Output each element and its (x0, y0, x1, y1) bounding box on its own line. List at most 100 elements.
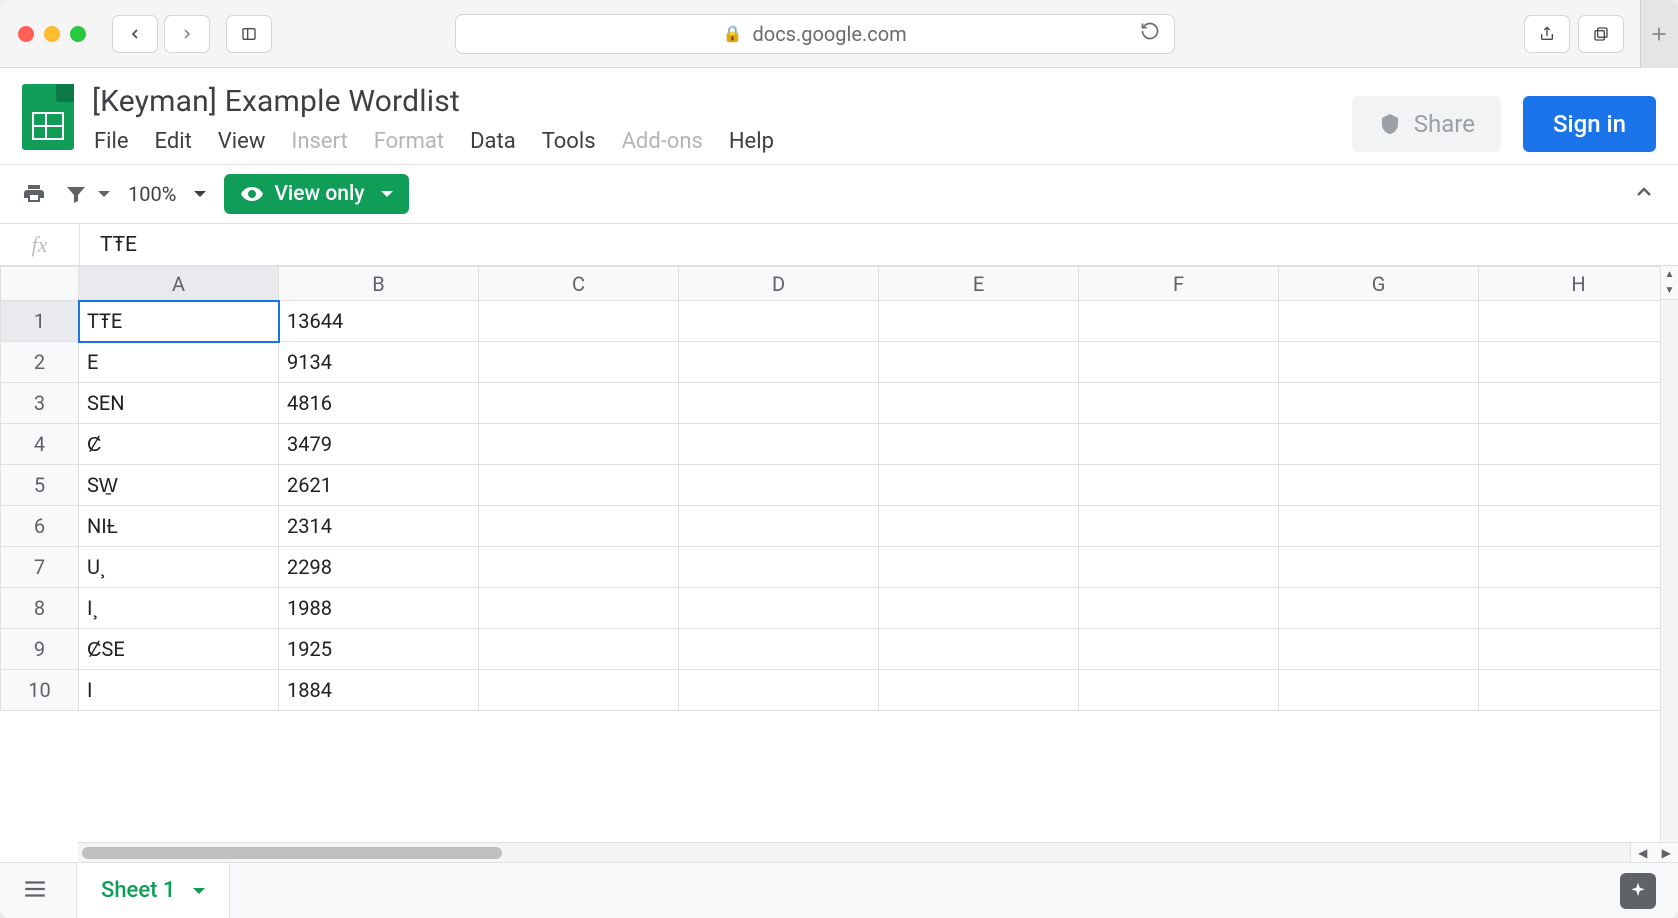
cell[interactable] (879, 547, 1079, 588)
cell[interactable]: I (79, 670, 279, 711)
cell[interactable] (1279, 383, 1479, 424)
signin-button[interactable]: Sign in (1523, 96, 1656, 152)
cell[interactable] (679, 424, 879, 465)
cell[interactable] (679, 670, 879, 711)
cell[interactable] (879, 588, 1079, 629)
cell[interactable]: 13644 (279, 301, 479, 342)
filter-button[interactable] (64, 182, 110, 206)
row-header[interactable]: 8 (1, 588, 79, 629)
cell[interactable]: NIȽ (79, 506, 279, 547)
cell[interactable]: E (79, 342, 279, 383)
row-header[interactable]: 3 (1, 383, 79, 424)
row-header[interactable]: 4 (1, 424, 79, 465)
cell[interactable] (1079, 342, 1279, 383)
cell[interactable]: Ȼ (79, 424, 279, 465)
row-header[interactable]: 1 (1, 301, 79, 342)
cell[interactable]: 3479 (279, 424, 479, 465)
row-header[interactable]: 7 (1, 547, 79, 588)
print-button[interactable] (22, 182, 46, 206)
tabs-button[interactable] (1578, 15, 1624, 53)
cell[interactable] (1479, 629, 1678, 670)
cell[interactable] (1079, 424, 1279, 465)
cell[interactable] (1079, 588, 1279, 629)
cell[interactable] (1479, 588, 1678, 629)
cell[interactable]: I¸ (79, 588, 279, 629)
cell[interactable] (1279, 547, 1479, 588)
new-tab-button[interactable] (1640, 0, 1678, 68)
menu-file[interactable]: File (94, 129, 129, 154)
cell[interactable] (1279, 342, 1479, 383)
cell[interactable]: TŦE (79, 301, 279, 342)
row-header[interactable]: 2 (1, 342, 79, 383)
cell[interactable] (1279, 629, 1479, 670)
cell[interactable] (479, 424, 679, 465)
cell[interactable] (679, 301, 879, 342)
select-all-cell[interactable] (1, 267, 79, 301)
cell[interactable]: 2298 (279, 547, 479, 588)
reload-icon[interactable] (1140, 21, 1160, 46)
cell[interactable] (1079, 629, 1279, 670)
sidebar-toggle-button[interactable] (226, 15, 272, 53)
vscroll-steppers[interactable]: ▲▼ (1660, 266, 1678, 300)
cell[interactable] (1079, 301, 1279, 342)
back-button[interactable] (112, 15, 158, 53)
row-header[interactable]: 9 (1, 629, 79, 670)
cell[interactable] (1479, 342, 1678, 383)
cell[interactable] (679, 629, 879, 670)
cell[interactable] (1079, 670, 1279, 711)
cell[interactable] (879, 342, 1079, 383)
cell[interactable] (479, 342, 679, 383)
hscroll-steppers[interactable]: ◀▶ (1630, 842, 1678, 862)
menu-edit[interactable]: Edit (155, 129, 192, 154)
column-header[interactable]: E (879, 267, 1079, 301)
cell[interactable]: SW̱ (79, 465, 279, 506)
vertical-scrollbar[interactable] (1660, 300, 1678, 842)
cell[interactable] (679, 547, 879, 588)
menu-data[interactable]: Data (470, 129, 516, 154)
column-header[interactable]: H (1479, 267, 1678, 301)
close-window-icon[interactable] (18, 26, 34, 42)
cell[interactable] (479, 465, 679, 506)
sheet-tab[interactable]: Sheet 1 (76, 863, 230, 918)
cell[interactable] (879, 301, 1079, 342)
cell[interactable]: 9134 (279, 342, 479, 383)
document-title[interactable]: [Keyman] Example Wordlist (92, 78, 1334, 123)
cell[interactable] (1479, 670, 1678, 711)
cell[interactable]: 2621 (279, 465, 479, 506)
column-header[interactable]: C (479, 267, 679, 301)
zoom-dropdown[interactable]: 100% (128, 182, 206, 206)
cell[interactable] (1079, 465, 1279, 506)
cell[interactable] (679, 383, 879, 424)
cell[interactable] (1279, 506, 1479, 547)
cell[interactable] (1079, 547, 1279, 588)
cell[interactable] (679, 342, 879, 383)
cell[interactable] (1479, 465, 1678, 506)
column-header[interactable]: G (1279, 267, 1479, 301)
column-header[interactable]: B (279, 267, 479, 301)
cell[interactable]: 1884 (279, 670, 479, 711)
cell[interactable] (1279, 301, 1479, 342)
cell[interactable] (479, 629, 679, 670)
sheets-app-icon[interactable] (22, 84, 74, 150)
cell[interactable] (879, 670, 1079, 711)
explore-button[interactable] (1620, 873, 1656, 909)
horizontal-scrollbar[interactable] (78, 842, 1630, 862)
cell[interactable] (479, 588, 679, 629)
row-header[interactable]: 10 (1, 670, 79, 711)
column-header[interactable]: A (79, 267, 279, 301)
cell[interactable] (679, 506, 879, 547)
cell[interactable]: SEN (79, 383, 279, 424)
maximize-window-icon[interactable] (70, 26, 86, 42)
cell[interactable] (879, 383, 1079, 424)
cell[interactable] (1279, 670, 1479, 711)
collapse-toolbar-button[interactable] (1632, 180, 1656, 208)
all-sheets-button[interactable] (22, 876, 48, 906)
url-bar[interactable]: 🔒 docs.google.com (455, 14, 1175, 54)
cell[interactable] (479, 383, 679, 424)
cell[interactable] (679, 465, 879, 506)
scrollbar-thumb[interactable] (82, 847, 502, 859)
cell[interactable] (1479, 506, 1678, 547)
cell[interactable] (879, 465, 1079, 506)
cell[interactable] (479, 506, 679, 547)
cell[interactable] (1479, 547, 1678, 588)
